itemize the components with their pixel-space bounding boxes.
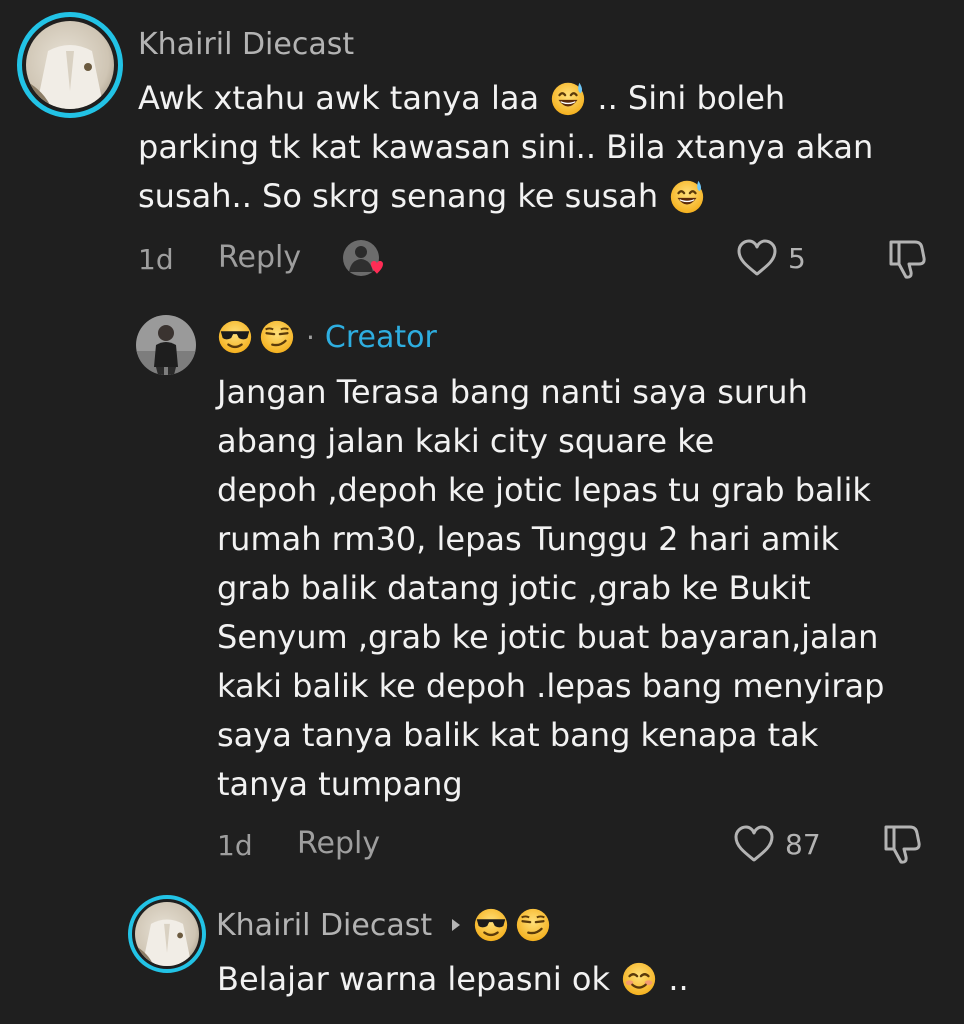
comment-time: 1d [138, 243, 174, 276]
username[interactable]: Khairil Diecast [216, 908, 432, 943]
comment-line: parking tk kat kawasan sini.. Bila xtany… [138, 128, 874, 166]
reply-author-row: Khairil Diecast [216, 906, 552, 944]
avatar[interactable] [26, 21, 114, 109]
creator-liked-badge [341, 238, 387, 278]
sweat-smile-emoji [549, 79, 587, 117]
comment-line: grab balik datang jotic ,grab ke Bukit [217, 569, 811, 607]
reply-arrow-icon [452, 919, 461, 931]
smirk-emoji [258, 318, 296, 356]
comment-line: rumah rm30, lepas Tunggu 2 hari amik [217, 520, 840, 558]
reply-author-row: · Creator [216, 318, 437, 356]
like-count: 87 [785, 827, 821, 861]
comment-line-text: .. Sini boleh [597, 79, 786, 117]
comment-line: Belajar warna lepasni ok .. [217, 955, 689, 1004]
username[interactable]: Khairil Diecast [138, 27, 354, 62]
comment-text: Jangan Terasa bang nanti saya suruh aban… [217, 368, 884, 809]
reply-button[interactable]: Reply [218, 240, 301, 275]
sweat-smile-emoji [668, 177, 706, 215]
like-button[interactable]: 87 [733, 825, 821, 863]
comment-line: susah.. So skrg senang ke susah [138, 172, 873, 221]
sunglasses-emoji [216, 318, 254, 356]
blush-smile-emoji [620, 960, 658, 998]
like-button[interactable]: 5 [736, 239, 806, 277]
comment-line-text: Awk xtahu awk tanya laa [138, 79, 540, 117]
comment-line: Awk xtahu awk tanya laa .. Sini boleh [138, 74, 873, 123]
comment-line: Senyum ,grab ke jotic buat bayaran,jalan [217, 618, 879, 656]
creator-badge: Creator [324, 319, 437, 355]
comment-line: depoh ,depoh ke jotic lepas tu grab bali… [217, 471, 871, 509]
dislike-icon[interactable] [880, 823, 922, 865]
comment-line: saya tanya balik kat bang kenapa tak [217, 716, 819, 754]
separator-dot: · [306, 320, 315, 354]
comment-line: tanya tumpang [217, 765, 463, 803]
comment-line: kaki balik ke depoh .lepas bang menyirap [217, 667, 885, 705]
comment-line: Jangan Terasa bang nanti saya suruh [217, 373, 808, 411]
avatar[interactable] [135, 902, 199, 966]
comment-line-text: .. [668, 960, 689, 998]
smirk-emoji [514, 906, 552, 944]
dislike-icon[interactable] [885, 238, 927, 280]
comment-line-text: Belajar warna lepasni ok [217, 960, 611, 998]
comment-line-text: susah.. So skrg senang ke susah [138, 177, 659, 215]
comment-text: Belajar warna lepasni ok .. [217, 955, 689, 1004]
heart-outline-icon [734, 825, 774, 862]
sunglasses-emoji [472, 906, 510, 944]
reply-button[interactable]: Reply [297, 826, 380, 861]
like-count: 5 [788, 241, 806, 275]
comment-time: 1d [217, 829, 253, 862]
comment-text: Awk xtahu awk tanya laa .. Sini boleh pa… [138, 74, 873, 221]
avatar[interactable] [136, 315, 196, 375]
heart-outline-icon [737, 239, 777, 276]
comment-line: abang jalan kaki city square ke [217, 422, 715, 460]
